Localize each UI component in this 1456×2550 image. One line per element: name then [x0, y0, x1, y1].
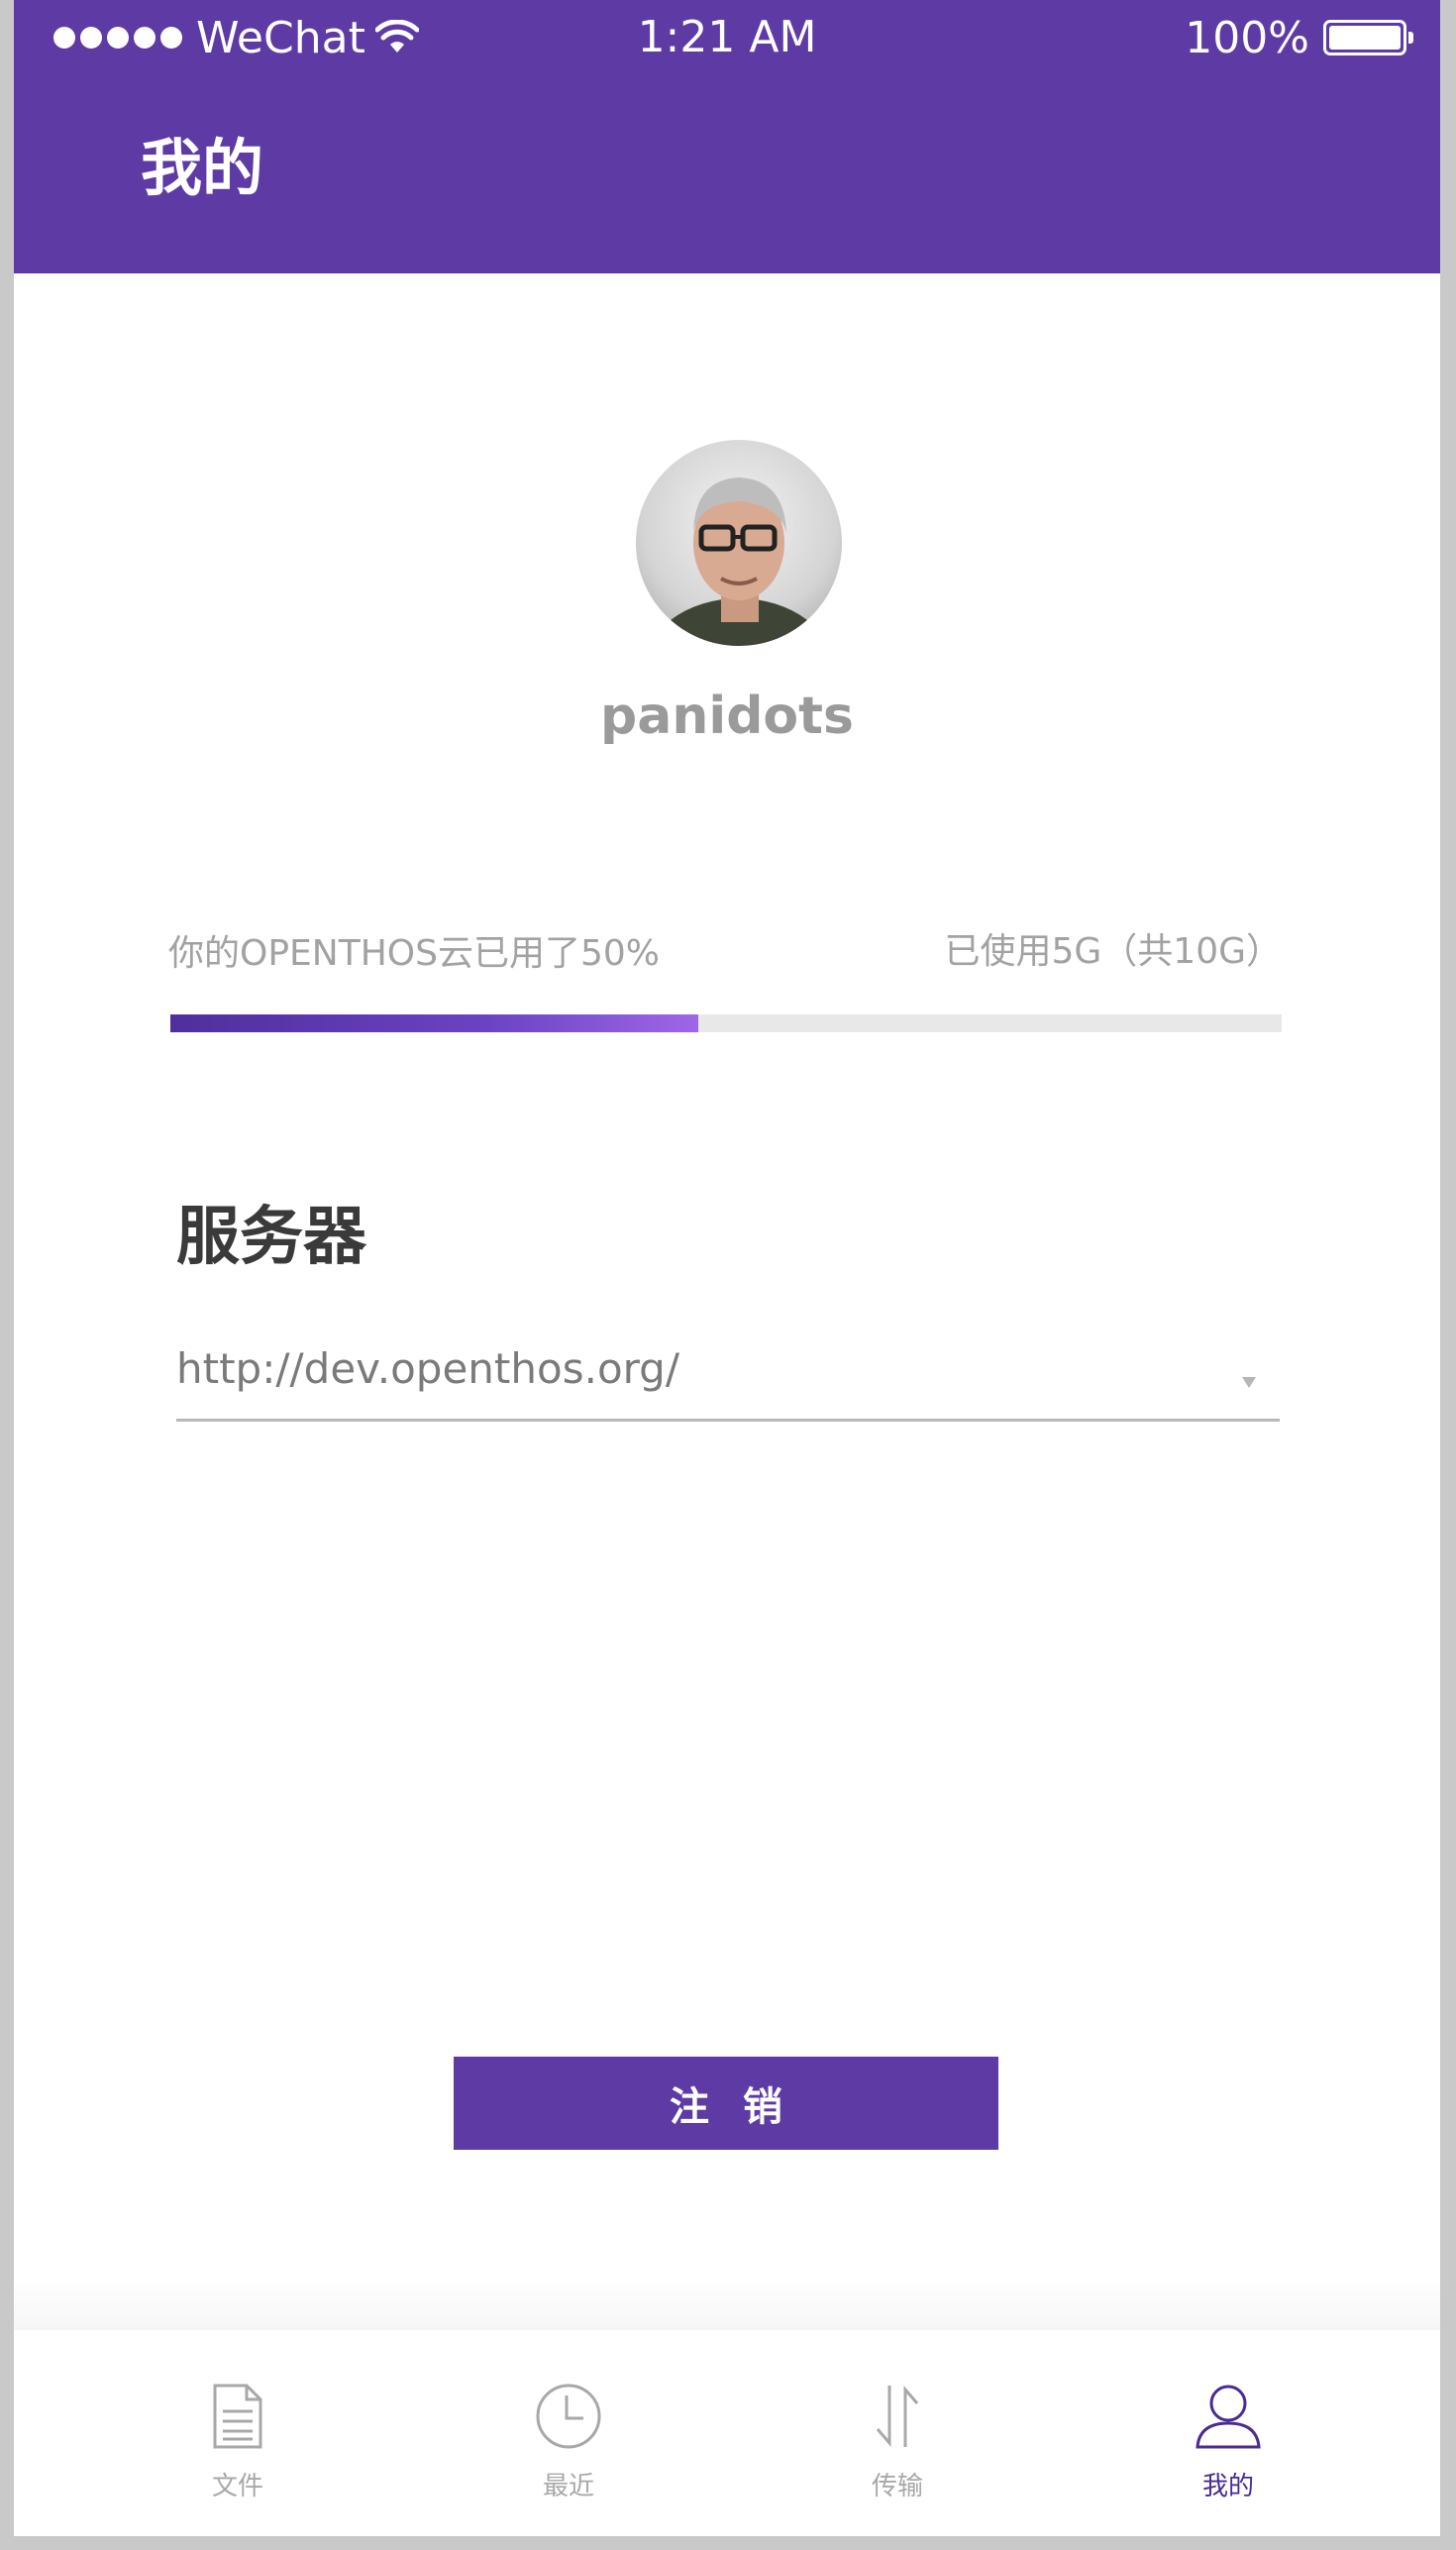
tab-bar-shadow [14, 2279, 1440, 2330]
storage-progress-bar [170, 1014, 1282, 1032]
tab-recent-label: 最近 [542, 2472, 594, 2501]
screen: WeChat 1:21 AM 100% 我的 panidots 你的OPENTH… [14, 0, 1440, 2536]
tab-me-label: 我的 [1201, 2472, 1254, 2501]
battery-icon [1323, 20, 1413, 55]
person-icon [1196, 2385, 1261, 2449]
transfer-arrows-icon [876, 2385, 919, 2448]
status-right: 100% [1185, 10, 1413, 65]
page-title: 我的 [141, 132, 264, 204]
server-select[interactable]: http://dev.openthos.org/ [176, 1337, 1280, 1422]
tab-bar: 文件 最近 传输 我的 [14, 2330, 1440, 2536]
tab-files[interactable]: 文件 [158, 2330, 317, 2536]
server-select-value: http://dev.openthos.org/ [176, 1344, 679, 1393]
storage-usage-text: 你的OPENTHOS云已用了50% [168, 933, 660, 974]
storage-quota-text: 已使用5G（共10G） [944, 931, 1282, 972]
tab-transfer[interactable]: 传输 [818, 2330, 977, 2536]
tab-recent[interactable]: 最近 [489, 2330, 648, 2536]
tab-transfer-label: 传输 [871, 2472, 923, 2501]
logout-button[interactable]: 注销 [454, 2057, 998, 2150]
avatar[interactable] [636, 440, 842, 646]
server-section-title: 服务器 [176, 1201, 366, 1274]
storage-progress-fill [170, 1014, 698, 1032]
top-bar: WeChat 1:21 AM 100% 我的 [14, 0, 1440, 273]
chevron-down-icon [1242, 1377, 1256, 1388]
clock-icon [536, 2384, 601, 2449]
battery-percent: 100% [1185, 12, 1309, 63]
username: panidots [600, 687, 854, 746]
tab-me[interactable]: 我的 [1149, 2330, 1307, 2536]
document-icon [213, 2384, 262, 2449]
person-photo-icon [649, 478, 829, 646]
tab-files-label: 文件 [211, 2472, 263, 2501]
